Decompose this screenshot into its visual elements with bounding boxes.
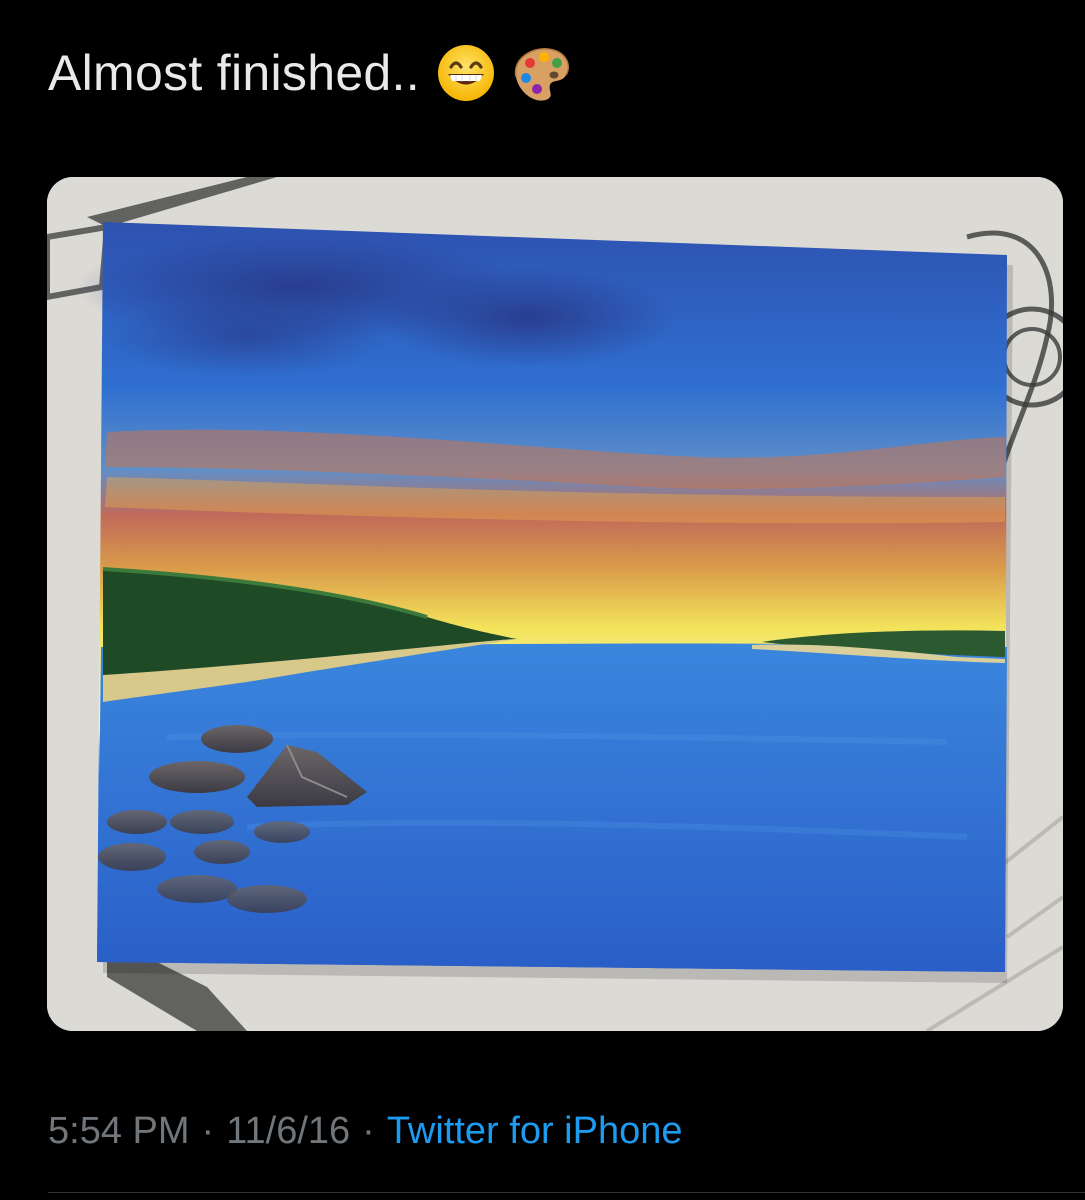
tweet-photo[interactable] [47, 177, 1063, 1031]
separator-dot: · [362, 1109, 375, 1152]
tweet-text: Almost finished.. [48, 45, 420, 101]
divider [48, 1192, 1085, 1193]
artist-palette-icon [510, 43, 570, 103]
tweet-text-row: Almost finished.. [48, 38, 570, 108]
tweet-metadata: 5:54 PM · 11/6/16 · Twitter for iPhone [48, 1106, 683, 1156]
tweet-detail: Almost finished.. 5:54 PM · 11/6/16 · Tw… [0, 0, 1085, 1200]
tweet-time: 5:54 PM [48, 1109, 190, 1152]
grinning-face-with-smiling-eyes-icon [436, 43, 496, 103]
tweet-source-link[interactable]: Twitter for iPhone [387, 1110, 683, 1153]
separator-dot: · [201, 1109, 215, 1152]
tweet-date: 11/6/16 [226, 1109, 351, 1152]
